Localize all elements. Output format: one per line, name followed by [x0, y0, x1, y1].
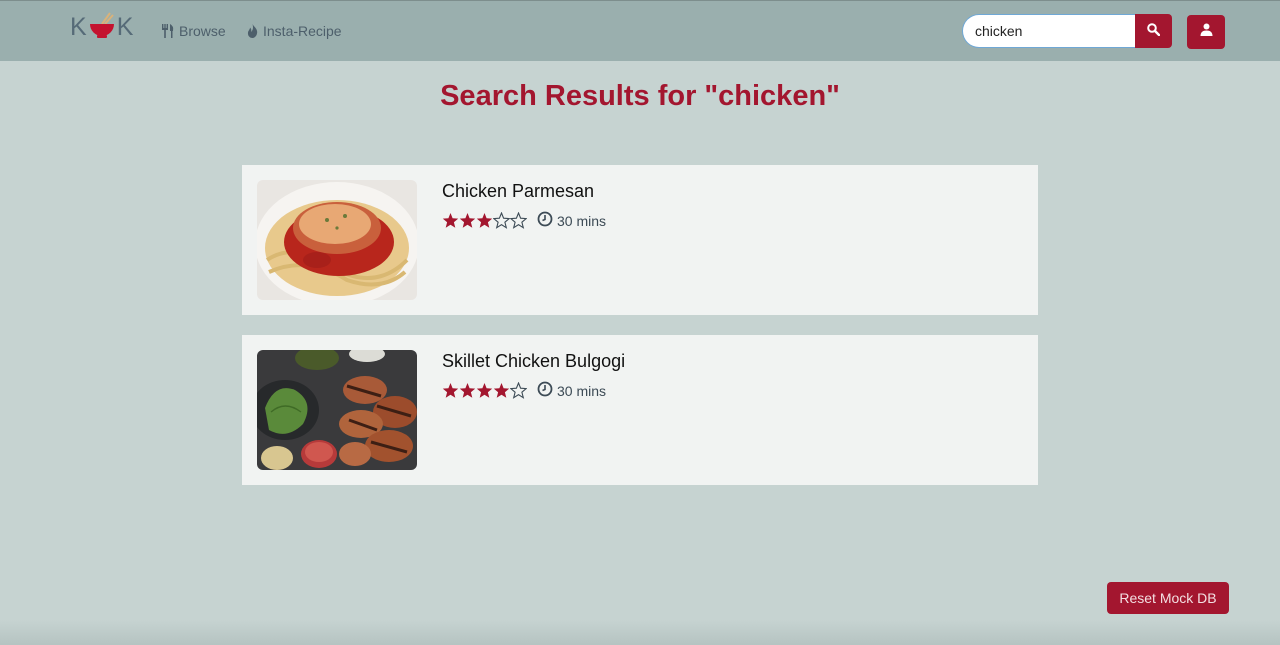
star-filled-icon — [459, 213, 476, 228]
logo-letter-left: K — [70, 12, 87, 41]
recipe-name[interactable]: Skillet Chicken Bulgogi — [442, 351, 625, 372]
star-filled-icon — [476, 213, 493, 228]
search-icon — [1147, 23, 1161, 39]
utensils-icon — [161, 24, 175, 38]
clock-icon — [537, 381, 553, 400]
search-form — [962, 14, 1172, 48]
page-title: Search Results for "chicken" — [440, 80, 840, 112]
star-empty-icon — [493, 212, 510, 229]
star-empty-icon — [510, 382, 527, 399]
logo[interactable]: K K — [70, 9, 133, 45]
logo-letter-right: K — [116, 12, 134, 41]
search-input[interactable] — [962, 14, 1135, 48]
search-button[interactable] — [1135, 14, 1172, 48]
user-menu-button[interactable] — [1187, 15, 1225, 49]
star-filled-icon — [442, 213, 459, 228]
cook-time-label: 30 mins — [557, 212, 607, 229]
reset-mock-db-button[interactable]: Reset Mock DB — [1107, 582, 1229, 614]
user-icon — [1200, 23, 1213, 41]
nav-insta-recipe-label: Insta-Recipe — [263, 23, 342, 39]
recipe-image-chicken-parmesan[interactable] — [257, 180, 417, 300]
star-filled-icon — [476, 383, 493, 398]
nav-insta-recipe[interactable]: Insta-Recipe — [246, 23, 342, 39]
fire-icon — [246, 24, 259, 38]
star-filled-icon — [493, 383, 510, 398]
nav-browse[interactable]: Browse — [161, 23, 226, 39]
nav-browse-label: Browse — [179, 23, 226, 39]
cook-time: 30 mins — [537, 381, 606, 400]
cook-time: 30 mins — [537, 211, 606, 230]
star-empty-icon — [510, 212, 527, 229]
recipe-image-skillet-chicken-bulgogi[interactable] — [257, 350, 417, 470]
noodle-bowl-icon — [88, 12, 116, 42]
recipe-meta: 30 mins — [442, 381, 606, 400]
star-rating — [442, 212, 527, 229]
recipe-meta: 30 mins — [442, 211, 606, 230]
result-card-chicken-parmesan[interactable]: Chicken Parmesan 30 mins — [242, 165, 1038, 315]
star-rating — [442, 382, 527, 399]
cook-time-label: 30 mins — [557, 382, 607, 399]
recipe-name[interactable]: Chicken Parmesan — [442, 181, 594, 202]
navbar: K K Browse Insta-Recipe chicken — [0, 0, 1280, 61]
star-filled-icon — [459, 383, 476, 398]
star-filled-icon — [442, 383, 459, 398]
result-card-skillet-chicken-bulgogi[interactable]: Skillet Chicken Bulgogi 30 mins — [242, 335, 1038, 485]
bottom-shadow — [0, 620, 1280, 645]
clock-icon — [537, 211, 553, 230]
